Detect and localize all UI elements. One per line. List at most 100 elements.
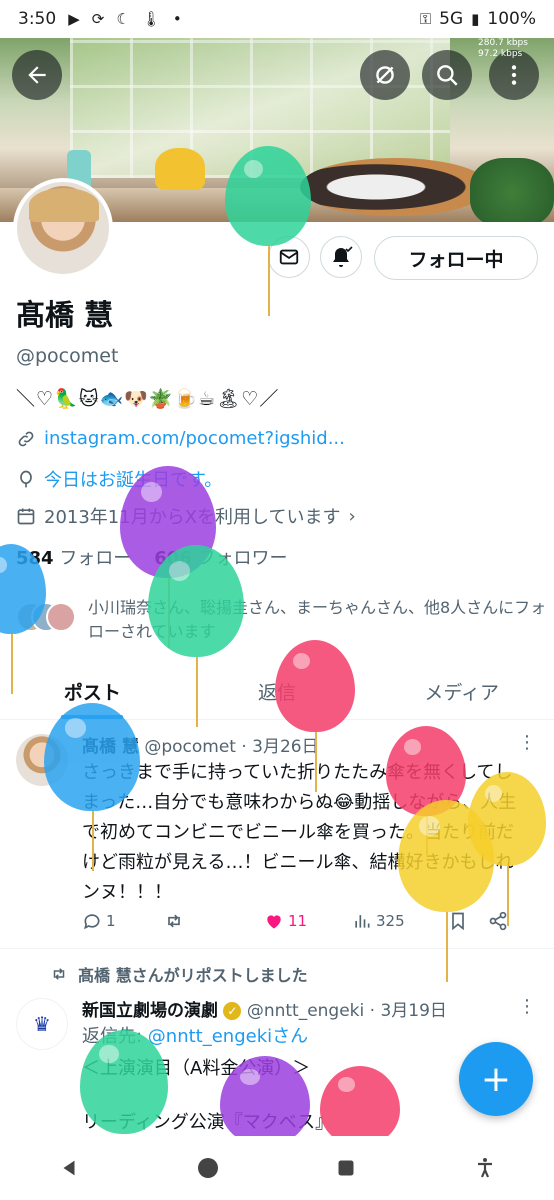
profile-joined-row[interactable]: 2013年11月からXを利用しています ›	[16, 503, 356, 529]
profile-handle: @pocomet	[16, 345, 119, 367]
more-vertical-icon[interactable]: ⋮	[518, 996, 536, 1017]
key-icon: ⚿	[419, 10, 432, 28]
repost-indicator[interactable]: 髙橋 慧さんがリポストしました	[50, 962, 308, 986]
bookmark-button[interactable]	[448, 911, 488, 931]
compose-button[interactable]: +	[459, 1042, 533, 1116]
accessibility-button[interactable]	[465, 1148, 505, 1188]
back-button[interactable]	[12, 50, 62, 100]
verified-badge-icon: ✓	[223, 1002, 242, 1020]
more-vertical-icon[interactable]: ⋮	[518, 732, 536, 753]
post-text-line: リーディング公演『マクベス』	[82, 1112, 334, 1133]
dot-icon: •	[172, 10, 182, 28]
followed-by-text: 小川瑞奈さん、聡揚圭さん、まーちゃんさん、他8人さんにフォローされています	[88, 598, 547, 641]
mail-icon	[279, 249, 299, 265]
post-avatar[interactable]	[16, 734, 68, 786]
views-button[interactable]: 325	[352, 911, 448, 931]
post-engagement-bar: 1 11 325	[82, 906, 532, 936]
followers-link[interactable]: 606 フォロワー	[154, 548, 287, 569]
more-vertical-icon	[511, 65, 517, 85]
speed-down: 280.7 kbps	[478, 38, 528, 48]
repost-icon	[168, 914, 180, 928]
post-text: さっきまで手に持っていた折りたたみ傘を無くしてしまった…自分でも意味わからぬ😂動…	[82, 762, 517, 903]
banner-cat	[300, 158, 490, 216]
bookmark-icon	[452, 912, 464, 931]
status-time: 3:50	[18, 9, 57, 29]
reply-count: 1	[106, 912, 116, 930]
profile-bio: ＼♡🦜🐱🐟🐶🪴🍺☕🏝♡／	[16, 388, 280, 410]
thermometer-icon: 🌡	[141, 10, 161, 28]
theatre-logo-icon: ♛	[33, 1012, 51, 1036]
profile-birthday-row: 今日はお誕生日です。	[16, 466, 222, 492]
following-link[interactable]: 584 フォロー	[16, 548, 131, 569]
followed-by-row[interactable]: 小川瑞奈さん、聡揚圭さん、まーちゃんさん、他8人さんにフォローされています	[16, 596, 548, 644]
followers-label: フォロワー	[197, 548, 288, 569]
mutual-avatar	[46, 602, 76, 632]
profile-actions: フォロー中	[0, 236, 554, 282]
post-handle: @pocomet	[144, 737, 236, 757]
avatar-hat	[29, 188, 99, 222]
heart-filled-icon	[267, 915, 281, 929]
like-button[interactable]: 11	[264, 911, 352, 931]
reply-to-link[interactable]: @nntt_engekiさん	[148, 1026, 308, 1047]
system-nav-bar	[0, 1136, 554, 1200]
bar-chart-icon	[355, 915, 370, 928]
link-icon	[18, 431, 34, 446]
search-button[interactable]	[422, 50, 472, 100]
accessibility-icon	[477, 1158, 492, 1178]
nav-back-button[interactable]	[49, 1148, 89, 1188]
following-button[interactable]: フォロー中	[374, 236, 538, 280]
moon-icon: ☾	[116, 10, 130, 28]
tab-media[interactable]: メディア	[369, 664, 554, 719]
triangle-back-icon	[63, 1160, 75, 1176]
battery-icon: ▮	[471, 10, 480, 28]
grok-button[interactable]	[360, 50, 410, 100]
sync-icon: ⟳	[91, 10, 105, 28]
nav-recents-button[interactable]	[326, 1148, 366, 1188]
post-author[interactable]: 髙橋 慧	[82, 737, 139, 757]
following-label: フォロー	[59, 548, 132, 569]
repost-icon	[53, 968, 65, 980]
post-handle: @nntt_engeki	[246, 1001, 365, 1021]
share-button[interactable]	[488, 911, 518, 931]
following-count: 584	[16, 548, 54, 569]
status-bar: 3:50 ▶ ⟳ ☾ 🌡 • ⚿ 5G ▮ 100%	[0, 0, 554, 38]
follow-counts: 584 フォロー 606 フォロワー	[16, 544, 288, 570]
post-avatar[interactable]: ♛	[16, 998, 68, 1050]
search-icon	[437, 65, 458, 86]
balloon-icon	[20, 470, 32, 488]
reply-icon	[84, 914, 100, 930]
network-label: 5G	[439, 9, 464, 29]
post[interactable]: 髙橋 慧 @pocomet · 3月26日 ⋮ さっきまで手に持っていた折りたた…	[0, 720, 554, 948]
divider	[0, 948, 554, 949]
network-speed: 280.7 kbps 97.2 kbps	[478, 38, 528, 60]
share-icon	[489, 911, 507, 931]
repost-button[interactable]	[164, 911, 264, 931]
bell-check-icon	[333, 246, 353, 267]
circle-home-icon	[197, 1158, 218, 1178]
post-date: 3月19日	[380, 1001, 447, 1021]
message-button[interactable]	[268, 236, 310, 278]
profile-tabs: ポスト 返信 メディア	[0, 664, 554, 720]
tab-replies[interactable]: 返信	[185, 664, 370, 719]
nav-home-button[interactable]	[188, 1148, 228, 1188]
profile-joined: 2013年11月からXを利用しています	[44, 507, 341, 528]
grok-icon	[376, 66, 394, 84]
banner-plant	[470, 158, 554, 222]
post-author[interactable]: 新国立劇場の演劇	[82, 1001, 218, 1021]
calendar-icon	[17, 508, 35, 525]
profile-link-row: instagram.com/pocomet?igshid...	[16, 428, 345, 449]
speed-up: 97.2 kbps	[478, 49, 523, 59]
chevron-right-icon: ›	[348, 505, 356, 527]
banner-kettle	[155, 148, 205, 190]
post-header: 新国立劇場の演劇 ✓ @nntt_engeki · 3月19日	[82, 1001, 447, 1021]
profile-birthday[interactable]: 今日はお誕生日です。	[44, 466, 222, 492]
repost-note: 髙橋 慧さんがリポストしました	[78, 966, 308, 985]
profile-name: 髙橋 慧	[16, 298, 114, 332]
reply-to-line: 返信先: @nntt_engekiさん	[82, 1022, 528, 1052]
arrow-left-icon	[28, 66, 46, 84]
tab-posts[interactable]: ポスト	[0, 664, 185, 719]
notification-button[interactable]	[320, 236, 362, 278]
reply-button[interactable]: 1	[82, 911, 164, 931]
profile-link[interactable]: instagram.com/pocomet?igshid...	[44, 428, 345, 449]
battery-label: 100%	[487, 9, 536, 29]
